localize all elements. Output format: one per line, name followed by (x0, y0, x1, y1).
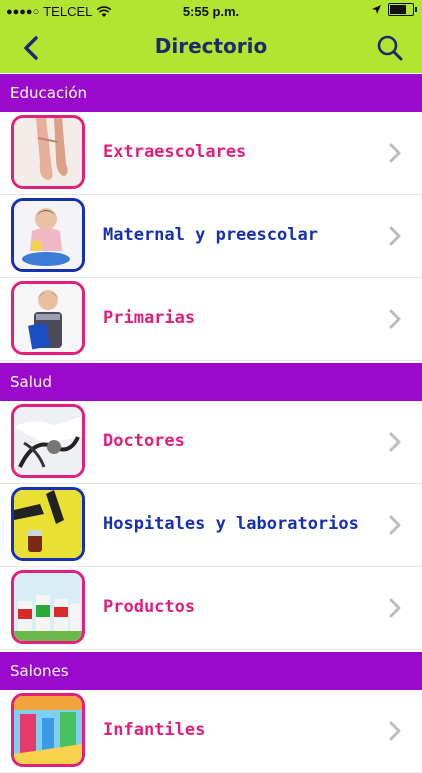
nav-bar: Directorio (0, 24, 422, 73)
list-item-extraescolares[interactable]: Extraescolares (0, 112, 422, 195)
chevron-right-icon (389, 721, 401, 741)
list-item-hospitales-laboratorios[interactable]: Hospitales y laboratorios (0, 484, 422, 567)
playground-image (11, 693, 85, 767)
chevron-right-icon (389, 432, 401, 452)
battery-icon (388, 3, 417, 16)
list-item-label: Extraescolares (103, 142, 247, 162)
section-header-salones: Salones (0, 652, 422, 690)
status-bar: ●●●●○ TELCEL 5:55 p.m. (0, 0, 422, 24)
toddler-image (11, 198, 85, 272)
list-item-label: Primarias (103, 308, 196, 328)
list-item-label: Maternal y preescolar (103, 225, 318, 245)
chevron-right-icon (389, 515, 401, 535)
list-item-maternal-preescolar[interactable]: Maternal y preescolar (0, 195, 422, 278)
list-item-productos[interactable]: Productos (0, 567, 422, 650)
section-header-salud: Salud (0, 363, 422, 401)
chevron-right-icon (389, 143, 401, 163)
ballet-shoes-image (11, 115, 85, 189)
search-button[interactable] (372, 30, 408, 66)
chevron-right-icon (389, 598, 401, 618)
stethoscope-image (11, 404, 85, 478)
section-header-educacion: Educación (0, 74, 422, 112)
page-title: Directorio (154, 34, 268, 58)
lab-test-image (11, 487, 85, 561)
search-icon (377, 35, 403, 61)
list-item-label: Hospitales y laboratorios (103, 514, 359, 534)
status-time: 5:55 p.m. (182, 4, 240, 19)
list-item-label: Productos (103, 597, 196, 617)
list-item-doctores[interactable]: Doctores (0, 401, 422, 484)
products-image (11, 570, 85, 644)
chevron-right-icon (389, 309, 401, 329)
list-item-primarias[interactable]: Primarias (0, 278, 422, 361)
list-item-label: Infantiles (103, 720, 206, 740)
top-bar: ●●●●○ TELCEL 5:55 p.m. Directorio (0, 0, 422, 73)
chevron-right-icon (389, 226, 401, 246)
list-item-label: Doctores (103, 431, 185, 451)
location-arrow-icon (372, 5, 381, 14)
list-item-infantiles[interactable]: Infantiles (0, 690, 422, 773)
schoolboy-image (11, 281, 85, 355)
